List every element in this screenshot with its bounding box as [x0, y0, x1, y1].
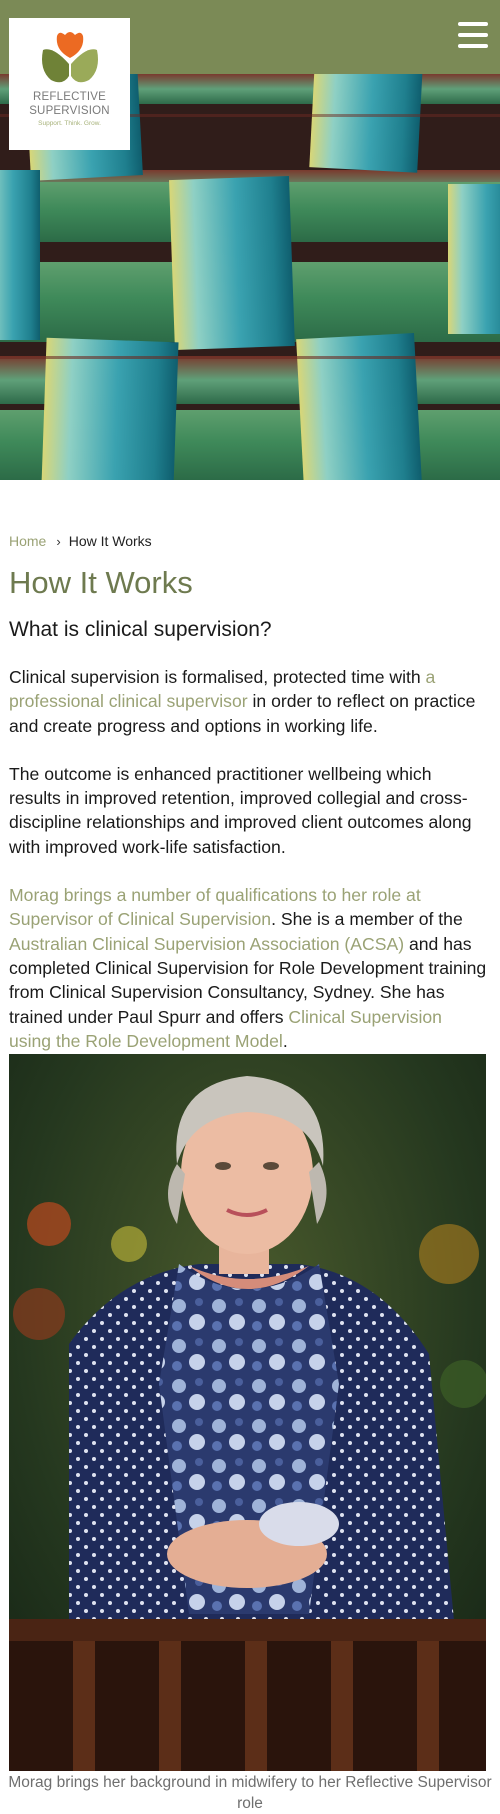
- breadcrumb: Home › How It Works: [9, 532, 487, 550]
- text: . She is a member of the: [271, 909, 463, 930]
- chevron-right-icon: ›: [56, 534, 61, 549]
- hamburger-menu-icon[interactable]: [458, 22, 488, 48]
- logo-line-1: REFLECTIVE: [33, 91, 106, 103]
- text: Clinical supervision is formalised, prot…: [9, 667, 426, 687]
- paragraph-intro: Clinical supervision is formalised, prot…: [9, 665, 487, 738]
- section-heading: What is clinical supervision?: [9, 618, 272, 641]
- breadcrumb-current: How It Works: [68, 533, 152, 549]
- photo-caption: Morag brings her background in midwifery…: [8, 1774, 492, 1812]
- page-title: How It Works: [9, 565, 193, 600]
- paragraph-qualifications: Morag brings a number of qualifications …: [9, 883, 487, 1053]
- morag-photo: [9, 1054, 486, 1771]
- site-logo[interactable]: REFLECTIVE SUPERVISION Support. Think. G…: [9, 18, 130, 150]
- logo-tagline: Support. Think. Grow.: [38, 120, 101, 127]
- main-content: Home › How It Works How It Works What is c…: [9, 532, 487, 1053]
- breadcrumb-home-link[interactable]: Home: [9, 533, 46, 549]
- paragraph-outcome: The outcome is enhanced practitioner wel…: [9, 763, 472, 857]
- text: .: [282, 1030, 288, 1051]
- tulip-logo-icon: [41, 32, 98, 83]
- acsa-link[interactable]: Australian Clinical Supervision Associat…: [9, 934, 404, 954]
- logo-line-2: SUPERVISION: [29, 105, 110, 117]
